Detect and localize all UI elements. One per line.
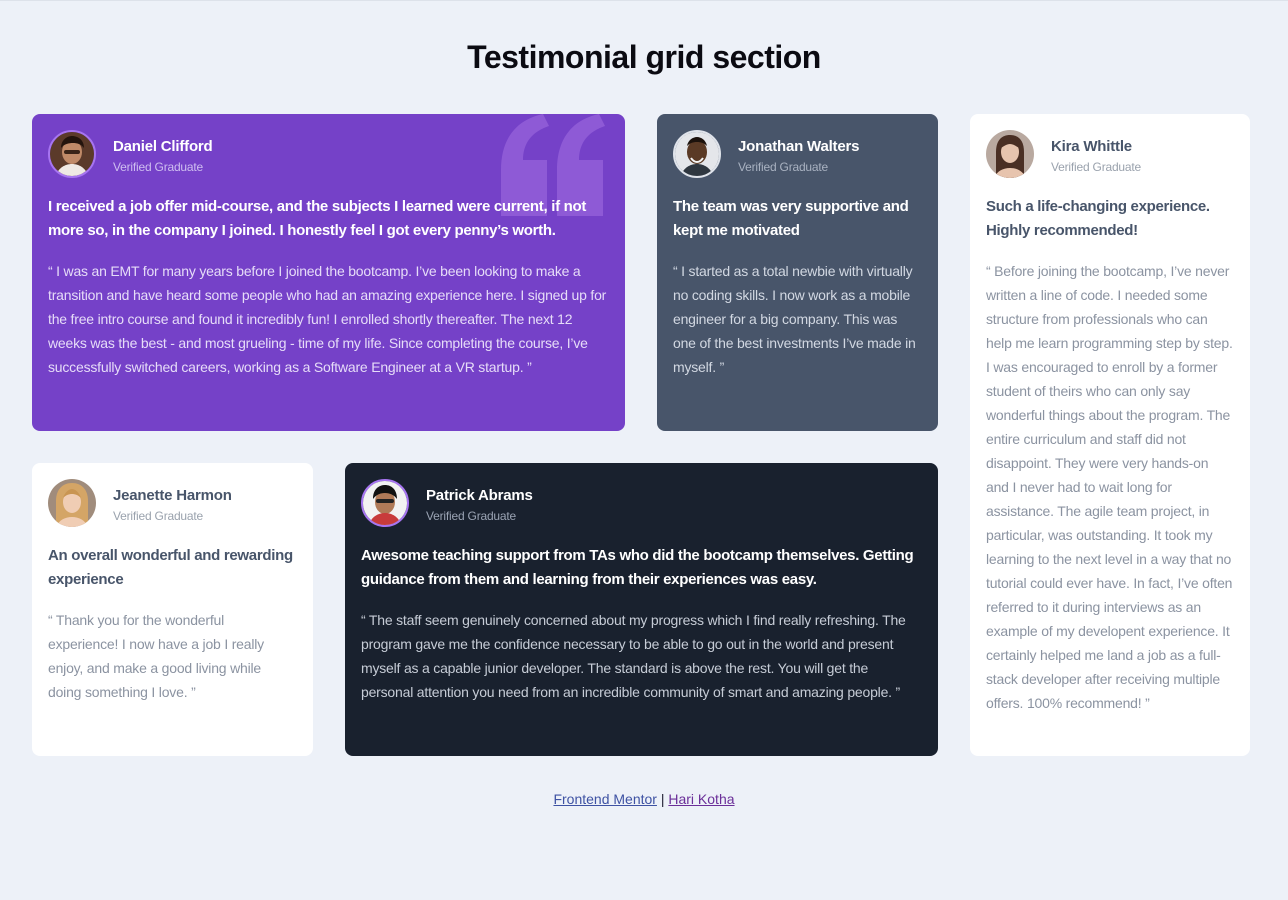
testimonial-quote: “ Before joining the bootcamp, I’ve neve…: [986, 263, 1233, 711]
author-name: Jeanette Harmon: [113, 486, 232, 504]
author-role: Verified Graduate: [738, 159, 828, 174]
testimonial-headline: Awesome teaching support from TAs who di…: [361, 547, 914, 588]
frontend-mentor-link[interactable]: Frontend Mentor: [553, 791, 657, 807]
attribution-separator: |: [660, 791, 665, 807]
author-role: Verified Graduate: [113, 159, 203, 174]
testimonial-headline: Such a life-changing experience. Highly …: [986, 198, 1210, 239]
testimonial-headline: An overall wonderful and rewarding exper…: [48, 547, 293, 588]
testimonial-quote: “ The staff seem genuinely concerned abo…: [361, 612, 906, 700]
testimonial-headline: The team was very supportive and kept me…: [673, 198, 909, 239]
avatar: [986, 130, 1034, 178]
author-name: Jonathan Walters: [738, 137, 860, 155]
author-name: Daniel Clifford: [113, 137, 213, 155]
author-role: Verified Graduate: [113, 508, 203, 523]
page-title: Testimonial grid section: [467, 39, 821, 75]
attribution: Frontend Mentor | Hari Kotha: [0, 791, 1288, 807]
testimonial-card-jonathan: Jonathan Walters Verified Graduate The t…: [657, 114, 938, 431]
avatar: [673, 130, 721, 178]
author-name: Patrick Abrams: [426, 486, 533, 504]
author-role: Verified Graduate: [426, 508, 516, 523]
testimonial-quote: “ I was an EMT for many years before I j…: [48, 263, 607, 375]
avatar: [48, 479, 96, 527]
testimonial-quote: “ Thank you for the wonderful experience…: [48, 612, 264, 700]
testimonial-quote: “ I started as a total newbie with virtu…: [673, 263, 916, 375]
author-link[interactable]: Hari Kotha: [668, 791, 734, 807]
testimonial-card-jeanette: Jeanette Harmon Verified Graduate An ove…: [32, 463, 313, 756]
avatar: [48, 130, 96, 178]
avatar: [361, 479, 409, 527]
testimonial-card-kira: Kira Whittle Verified Graduate Such a li…: [970, 114, 1250, 756]
author-role: Verified Graduate: [1051, 159, 1141, 174]
testimonial-card-patrick: Patrick Abrams Verified Graduate Awesome…: [345, 463, 938, 756]
author-name: Kira Whittle: [1051, 137, 1132, 155]
testimonial-headline: I received a job offer mid-course, and t…: [48, 198, 587, 239]
testimonial-card-daniel: Daniel Clifford Verified Graduate I rece…: [32, 114, 625, 431]
